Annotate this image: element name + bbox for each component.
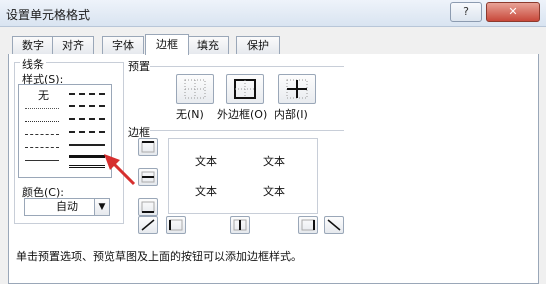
chevron-down-icon[interactable]: ▼ xyxy=(94,199,109,215)
line-style-dash[interactable] xyxy=(25,147,59,148)
preset-outline-button[interactable] xyxy=(226,74,264,104)
border-outline-icon xyxy=(234,79,256,99)
tab-font[interactable]: 字体 xyxy=(102,36,144,54)
line-group-label: 线条 xyxy=(20,56,46,72)
line-style-dash-dot[interactable] xyxy=(25,134,59,135)
line-style-thin[interactable] xyxy=(25,160,59,161)
border-diagonal-up-button[interactable] xyxy=(138,216,158,234)
preset-inside-button[interactable] xyxy=(278,74,316,104)
border-horizontal-icon xyxy=(141,171,155,183)
line-style-dotted[interactable] xyxy=(25,121,59,122)
preset-none-label: 无(N) xyxy=(176,108,204,121)
line-style-medium-dash-dot[interactable] xyxy=(69,118,105,120)
hint-text: 单击预置选项、预览草图及上面的按钮可以添加边框样式。 xyxy=(16,250,302,263)
color-dropdown[interactable]: 自动 ▼ xyxy=(24,198,110,216)
preview-text: 文本 xyxy=(263,155,285,168)
line-style-list[interactable]: 无 xyxy=(18,84,112,178)
preview-text: 文本 xyxy=(195,155,217,168)
border-left-icon xyxy=(169,219,183,231)
line-style-medium[interactable] xyxy=(69,144,105,146)
diagonal-up-icon xyxy=(141,219,155,231)
line-style-none[interactable]: 无 xyxy=(38,87,49,103)
border-preview[interactable]: 文本 文本 文本 文本 xyxy=(168,138,318,214)
title-bar: 设置单元格格式 ? ✕ xyxy=(0,0,546,27)
border-bottom-icon xyxy=(141,201,155,213)
border-middle-button[interactable] xyxy=(138,168,158,186)
tab-protection[interactable]: 保护 xyxy=(236,36,280,54)
border-left-button[interactable] xyxy=(166,216,186,234)
border-bottom-button[interactable] xyxy=(138,198,158,216)
tab-border[interactable]: 边框 xyxy=(145,34,189,55)
presets-divider xyxy=(150,66,344,67)
border-diagonal-down-button[interactable] xyxy=(324,216,344,234)
border-top-button[interactable] xyxy=(138,138,158,156)
border-right-button[interactable] xyxy=(298,216,318,234)
border-divider xyxy=(150,130,344,131)
close-button[interactable]: ✕ xyxy=(486,2,540,22)
line-style-medium-dash[interactable] xyxy=(69,131,105,133)
tab-strip: 数字 对齐 字体 边框 填充 保护 xyxy=(8,34,538,55)
preset-none-button[interactable] xyxy=(176,74,214,104)
tab-fill[interactable]: 填充 xyxy=(187,36,229,54)
color-value: 自动 xyxy=(56,200,78,213)
preview-text: 文本 xyxy=(195,185,217,198)
border-inside-icon xyxy=(286,79,308,99)
line-style-medium-dash-dot-dot[interactable] xyxy=(69,93,105,95)
presets-group-label: 预置 xyxy=(128,60,150,73)
border-none-icon xyxy=(184,79,206,99)
border-top-icon xyxy=(141,141,155,153)
diagonal-down-icon xyxy=(327,219,341,231)
preset-inside-label: 内部(I) xyxy=(274,108,308,121)
border-right-icon xyxy=(301,219,315,231)
preview-text: 文本 xyxy=(263,185,285,198)
tab-alignment[interactable]: 对齐 xyxy=(52,36,94,54)
border-vertical-icon xyxy=(233,219,247,231)
line-style-hairline[interactable] xyxy=(25,108,59,109)
border-center-button[interactable] xyxy=(230,216,250,234)
window-title: 设置单元格格式 xyxy=(6,8,91,22)
preset-outline-label: 外边框(O) xyxy=(217,108,268,121)
line-style-slant-dash-dot[interactable] xyxy=(69,105,105,107)
annotation-arrow-icon xyxy=(104,154,136,186)
tab-number[interactable]: 数字 xyxy=(12,36,54,54)
help-button[interactable]: ? xyxy=(450,2,482,22)
